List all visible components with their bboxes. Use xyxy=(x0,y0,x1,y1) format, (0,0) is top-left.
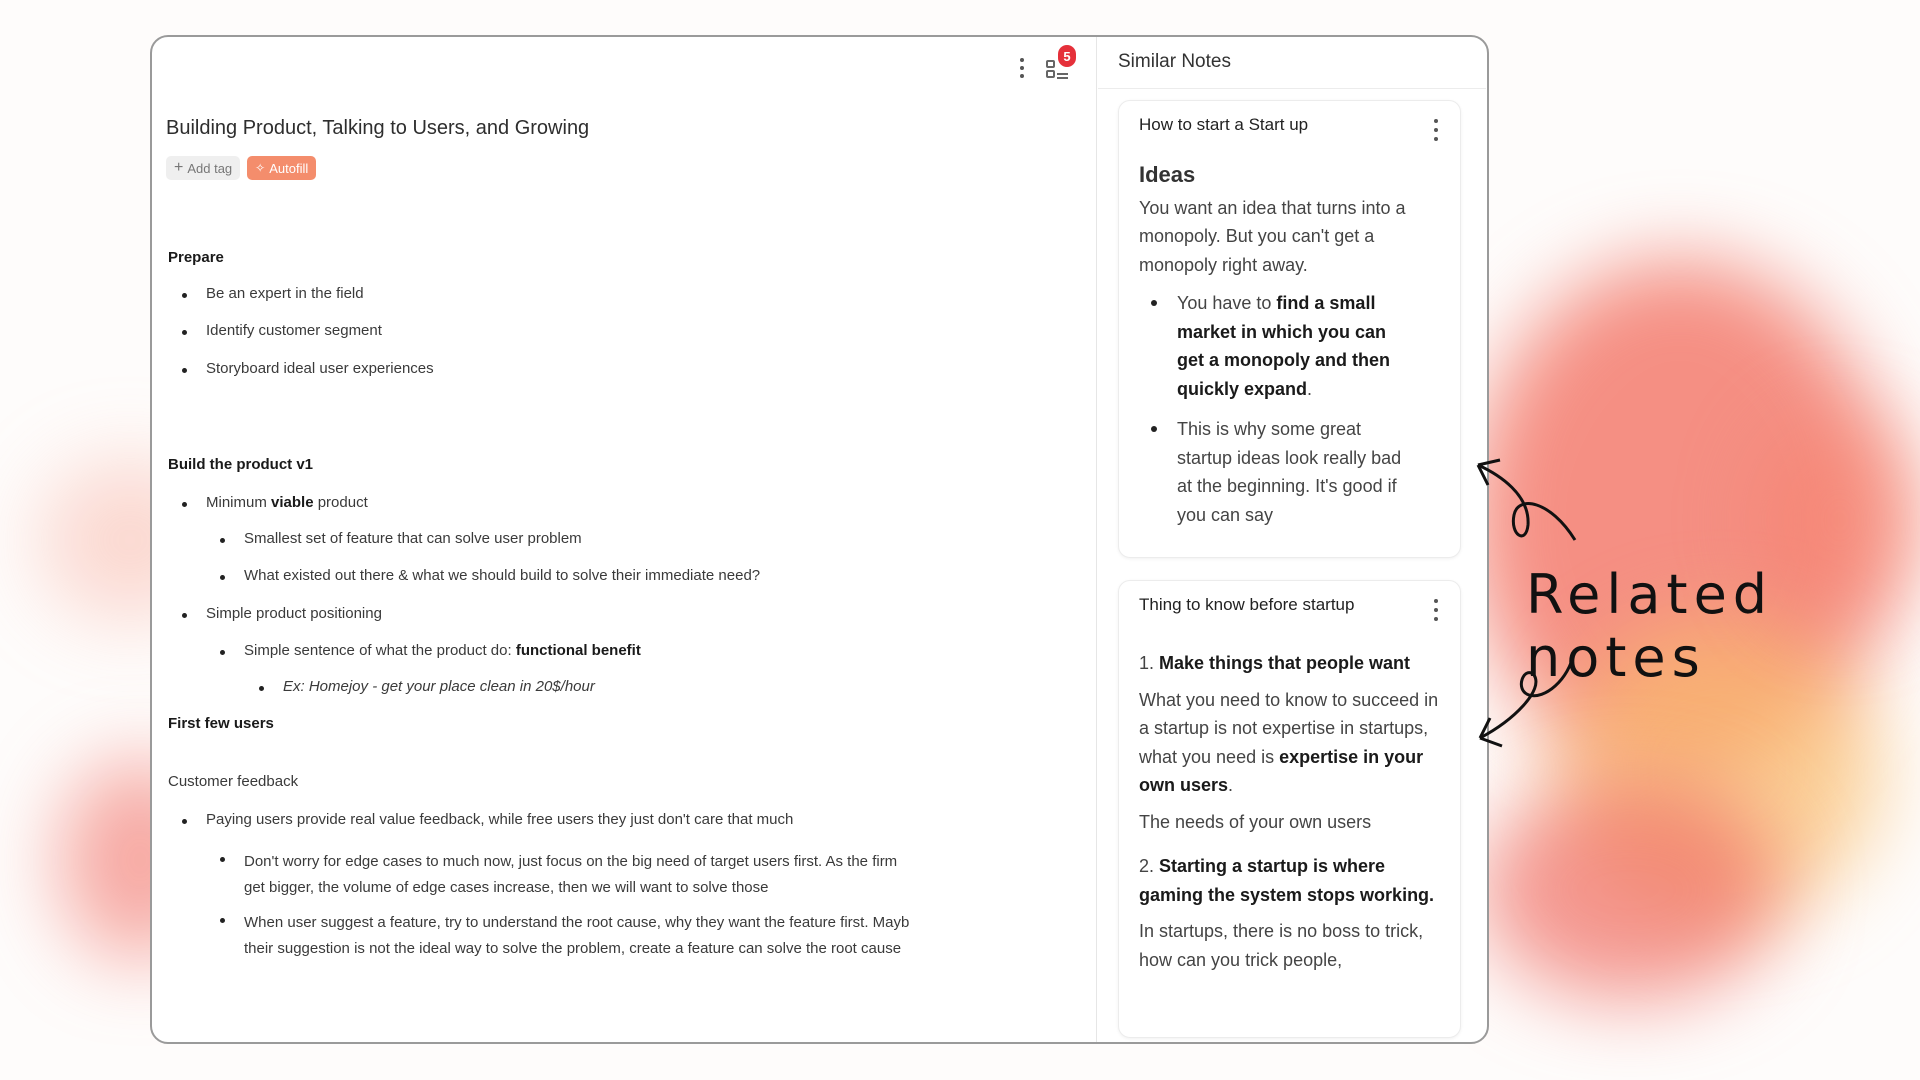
list-item: Be an expert in the field xyxy=(182,285,364,302)
notification-badge: 5 xyxy=(1058,45,1076,67)
watercolor-blob xyxy=(1480,780,1780,1000)
divider xyxy=(1098,88,1486,89)
list-item: Minimum viable product xyxy=(182,494,368,511)
section-heading: Prepare xyxy=(168,249,224,266)
card-preview: 1. Make things that people want What you… xyxy=(1139,653,1439,970)
list-item: When user suggest a feature, try to unde… xyxy=(219,910,909,962)
list-item: This is why some great startup ideas loo… xyxy=(1151,415,1407,529)
note-title[interactable]: Building Product, Talking to Users, and … xyxy=(166,117,589,140)
list-item: Simple product positioning xyxy=(182,605,382,622)
card-title[interactable]: How to start a Start up xyxy=(1139,115,1308,135)
related-notes-annotation: Related notes xyxy=(1526,563,1774,689)
card-preview: Ideas You want an idea that turns into a… xyxy=(1139,161,1444,541)
list-item: What existed out there & what we should … xyxy=(219,567,761,584)
list-item: Paying users provide real value feedback… xyxy=(181,811,794,828)
list-item: Smallest set of feature that can solve u… xyxy=(220,530,582,547)
vertical-dots-icon xyxy=(1434,119,1438,123)
tag-bar: + Add tag ✧ Autofill xyxy=(166,156,317,180)
card-title[interactable]: Thing to know before startup xyxy=(1139,595,1354,615)
note-editor: 5 Building Product, Talking to Users, an… xyxy=(152,37,1096,1042)
list-item: Simple sentence of what the product do: … xyxy=(220,642,641,659)
card-more-button[interactable] xyxy=(1432,599,1440,621)
more-options-button[interactable] xyxy=(1012,53,1032,83)
card-more-button[interactable] xyxy=(1432,119,1440,141)
curly-arrow-up-icon xyxy=(1476,458,1577,541)
sparkle-icon: ✧ xyxy=(255,161,266,175)
note-window: 5 Building Product, Talking to Users, an… xyxy=(150,35,1489,1044)
similar-notes-title: Similar Notes xyxy=(1118,51,1231,72)
list-item: Ex: Homejoy - get your place clean in 20… xyxy=(259,678,595,695)
vertical-dots-icon xyxy=(1434,599,1438,603)
list-item: Identify customer segment xyxy=(182,322,382,339)
list-item: Storyboard ideal user experiences xyxy=(182,360,434,377)
panel-divider xyxy=(1096,37,1097,1042)
plus-icon: + xyxy=(174,159,184,176)
add-tag-button[interactable]: + Add tag xyxy=(166,156,241,180)
similar-note-card[interactable]: Thing to know before startup 1. Make thi… xyxy=(1118,580,1461,1038)
autofill-button[interactable]: ✧ Autofill xyxy=(247,156,317,180)
list-item: You have to find a small market in which… xyxy=(1151,289,1407,403)
curly-arrow-down-icon xyxy=(1478,651,1576,748)
similar-note-card[interactable]: How to start a Start up Ideas You want a… xyxy=(1118,100,1461,558)
section-heading: First few users xyxy=(168,715,274,732)
vertical-dots-icon xyxy=(1020,58,1024,62)
list-item: Don't worry for edge cases to much now, … xyxy=(219,849,897,901)
section-heading: Build the product v1 xyxy=(168,456,314,473)
subheading: Customer feedback xyxy=(168,773,299,790)
